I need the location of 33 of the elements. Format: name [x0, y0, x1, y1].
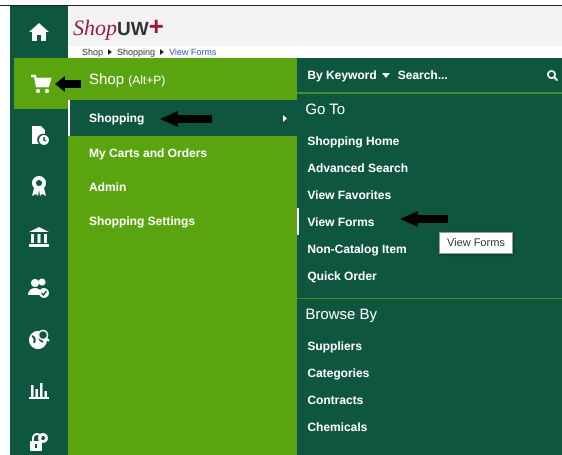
- submenu-link[interactable]: Non-Catalog Item: [297, 235, 407, 262]
- submenu-link[interactable]: Advanced Search: [297, 154, 408, 181]
- submenu-link[interactable]: Shopping Home: [297, 127, 400, 154]
- caret-icon: [283, 114, 288, 122]
- breadcrumb-link[interactable]: Shopping: [117, 47, 156, 57]
- menu-title: Shop (Alt+P): [89, 70, 166, 88]
- submenu-link[interactable]: Suppliers: [297, 332, 362, 359]
- breadcrumb-link[interactable]: Shop: [82, 47, 104, 57]
- sidebar-item[interactable]: [14, 58, 68, 109]
- submenu-link[interactable]: Chemicals: [297, 413, 368, 440]
- caret-icon: [382, 72, 390, 78]
- submenu-link[interactable]: View Favorites: [297, 181, 392, 208]
- section-title: Go To: [304, 100, 346, 120]
- pointer-arrow: [400, 211, 448, 227]
- people-icon: [28, 276, 50, 298]
- tooltip: View Forms: [439, 232, 513, 254]
- globe-search-icon: [28, 328, 50, 350]
- submenu-link[interactable]: Contracts: [297, 386, 364, 413]
- section-title: Browse By: [304, 305, 378, 325]
- cart-icon: [30, 72, 52, 94]
- search-icon[interactable]: [547, 70, 558, 80]
- submenu-link[interactable]: Quick Order: [297, 262, 377, 289]
- search-scope-dropdown[interactable]: By Keyword: [307, 68, 390, 82]
- submenu-link[interactable]: Categories: [297, 359, 370, 386]
- pointer-arrow: [160, 111, 212, 127]
- pointer-arrow: [55, 76, 81, 92]
- breadcrumb-link[interactable]: View Forms: [169, 47, 216, 57]
- menu-item[interactable]: Shopping: [68, 100, 298, 136]
- logo: ShopUW+: [73, 13, 164, 39]
- search-field[interactable]: Search...: [398, 68, 539, 82]
- bank-icon: [28, 226, 50, 248]
- home-icon: [28, 21, 50, 43]
- submenu-link[interactable]: View Forms: [297, 208, 374, 235]
